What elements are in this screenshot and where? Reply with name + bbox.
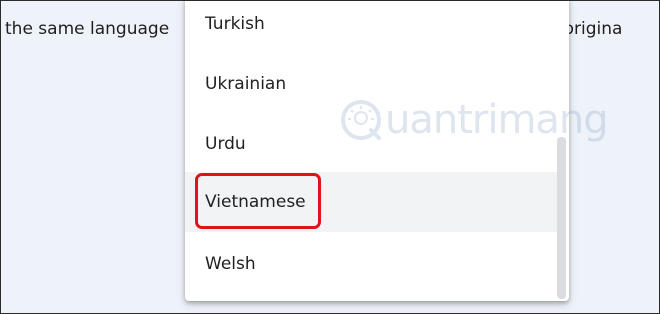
language-option-vietnamese[interactable]: Vietnamese [185, 172, 561, 232]
language-option-label: Turkish [205, 14, 265, 34]
language-option-label: Ukrainian [205, 74, 287, 94]
background-text-left: the same language [5, 19, 170, 39]
language-option-welsh[interactable]: Welsh [185, 234, 561, 294]
language-option-label: Urdu [205, 134, 246, 154]
dropdown-scrollbar[interactable] [557, 137, 566, 299]
screenshot-frame: the same language he origina Turkish Ukr… [0, 0, 660, 314]
language-option-urdu[interactable]: Urdu [185, 114, 561, 174]
language-option-turkish[interactable]: Turkish [185, 1, 561, 54]
language-option-label: Vietnamese [205, 192, 306, 212]
language-option-label: Welsh [205, 254, 256, 274]
language-option-ukrainian[interactable]: Ukrainian [185, 54, 561, 114]
language-dropdown-list[interactable]: Turkish Ukrainian Urdu Vietnamese Welsh [185, 1, 569, 301]
